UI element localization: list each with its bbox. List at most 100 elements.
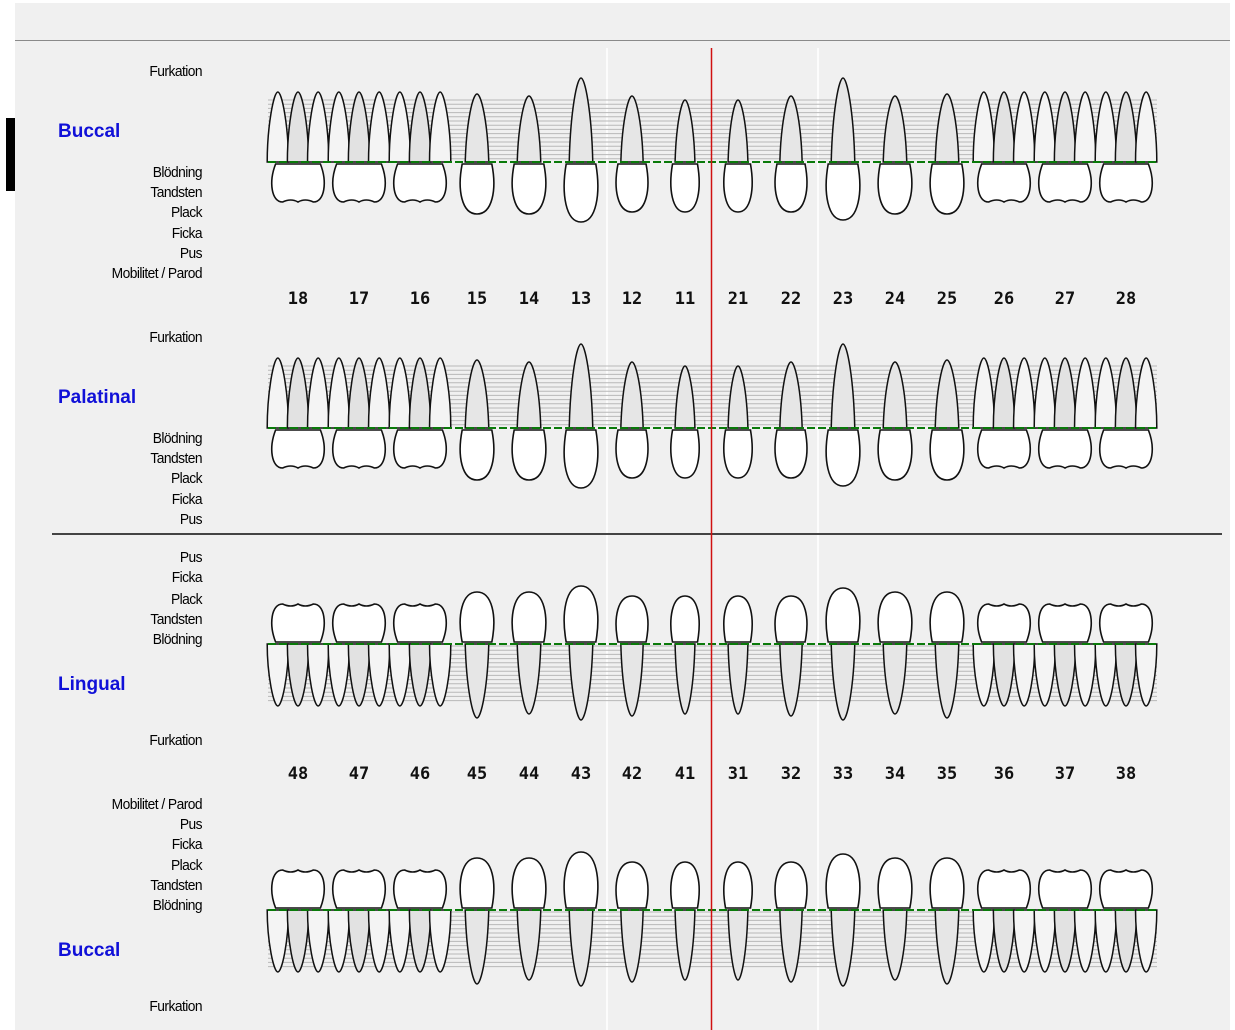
tooth-17-buccal[interactable] xyxy=(327,91,391,203)
tooth-38-lingual[interactable] xyxy=(1094,603,1158,707)
label-palatinal-furkation: Furkation xyxy=(149,329,202,346)
tooth-46-buccal[interactable] xyxy=(388,869,452,973)
tooth-24-palatinal[interactable] xyxy=(877,361,913,481)
upper-tooth-number-26[interactable]: 26 xyxy=(984,289,1024,309)
upper-tooth-number-14[interactable]: 14 xyxy=(509,289,549,309)
lower-tooth-number-41[interactable]: 41 xyxy=(665,764,705,784)
upper-tooth-number-24[interactable]: 24 xyxy=(875,289,915,309)
upper-tooth-number-27[interactable]: 27 xyxy=(1045,289,1085,309)
tooth-24-buccal[interactable] xyxy=(877,95,913,215)
lower-tooth-number-48[interactable]: 48 xyxy=(278,764,318,784)
label-lingual-furkation: Furkation xyxy=(149,732,202,749)
tooth-26-palatinal[interactable] xyxy=(972,357,1036,469)
tooth-45-buccal[interactable] xyxy=(459,857,495,985)
upper-tooth-number-28[interactable]: 28 xyxy=(1106,289,1146,309)
lower-tooth-number-37[interactable]: 37 xyxy=(1045,764,1085,784)
tooth-28-buccal[interactable] xyxy=(1094,91,1158,203)
label-lower-buccal-plack: Plack xyxy=(171,857,203,874)
lower-tooth-number-42[interactable]: 42 xyxy=(612,764,652,784)
section-palatinal[interactable]: Palatinal xyxy=(58,387,136,409)
tooth-32-buccal[interactable] xyxy=(774,861,808,983)
label-upper-buccal-furkation: Furkation xyxy=(149,63,202,80)
section-lower-buccal[interactable]: Buccal xyxy=(58,940,120,962)
tooth-28-palatinal[interactable] xyxy=(1094,357,1158,469)
upper-tooth-number-13[interactable]: 13 xyxy=(561,289,601,309)
tooth-47-lingual[interactable] xyxy=(327,603,391,707)
section-upper-buccal[interactable]: Buccal xyxy=(58,121,120,143)
tooth-12-buccal[interactable] xyxy=(615,95,649,213)
tooth-26-buccal[interactable] xyxy=(972,91,1036,203)
label-upper-buccal-mobilitet: Mobilitet / Parod xyxy=(111,265,203,282)
lower-tooth-number-45[interactable]: 45 xyxy=(457,764,497,784)
tooth-42-lingual[interactable] xyxy=(615,595,649,717)
upper-tooth-number-17[interactable]: 17 xyxy=(339,289,379,309)
tooth-17-palatinal[interactable] xyxy=(327,357,391,469)
upper-tooth-number-15[interactable]: 15 xyxy=(457,289,497,309)
tooth-48-lingual[interactable] xyxy=(266,603,330,707)
lower-tooth-number-46[interactable]: 46 xyxy=(400,764,440,784)
tooth-25-palatinal[interactable] xyxy=(929,359,965,481)
tooth-32-lingual[interactable] xyxy=(774,595,808,717)
label-lingual-pus: Pus xyxy=(179,549,203,566)
lower-tooth-number-36[interactable]: 36 xyxy=(984,764,1024,784)
tooth-18-buccal[interactable] xyxy=(266,91,330,203)
lower-tooth-number-31[interactable]: 31 xyxy=(718,764,758,784)
label-lower-buccal-tandsten: Tandsten xyxy=(150,877,202,894)
tooth-37-lingual[interactable] xyxy=(1033,603,1097,707)
tooth-14-palatinal[interactable] xyxy=(511,361,547,481)
tooth-42-buccal[interactable] xyxy=(615,861,649,983)
tooth-47-buccal[interactable] xyxy=(327,869,391,973)
tooth-48-buccal[interactable] xyxy=(266,869,330,973)
tooth-37-buccal[interactable] xyxy=(1033,869,1097,973)
label-upper-buccal-pus: Pus xyxy=(179,245,203,262)
tooth-34-lingual[interactable] xyxy=(877,591,913,715)
label-palatinal-ficka: Ficka xyxy=(171,491,203,508)
tooth-35-buccal[interactable] xyxy=(929,857,965,985)
upper-tooth-number-22[interactable]: 22 xyxy=(771,289,811,309)
tooth-23-palatinal[interactable] xyxy=(825,343,861,487)
tooth-15-buccal[interactable] xyxy=(459,93,495,215)
tooth-45-lingual[interactable] xyxy=(459,591,495,719)
tooth-44-lingual[interactable] xyxy=(511,591,547,715)
tooth-43-lingual[interactable] xyxy=(563,585,599,721)
tooth-15-palatinal[interactable] xyxy=(459,359,495,481)
tooth-44-buccal[interactable] xyxy=(511,857,547,981)
upper-tooth-number-11[interactable]: 11 xyxy=(665,289,705,309)
tooth-18-palatinal[interactable] xyxy=(266,357,330,469)
lower-tooth-number-38[interactable]: 38 xyxy=(1106,764,1146,784)
label-lingual-blodning: Blödning xyxy=(152,631,203,648)
lower-tooth-number-35[interactable]: 35 xyxy=(927,764,967,784)
tooth-27-palatinal[interactable] xyxy=(1033,357,1097,469)
lower-tooth-number-33[interactable]: 33 xyxy=(823,764,863,784)
tooth-16-buccal[interactable] xyxy=(388,91,452,203)
upper-tooth-number-18[interactable]: 18 xyxy=(278,289,318,309)
tooth-16-palatinal[interactable] xyxy=(388,357,452,469)
upper-tooth-number-21[interactable]: 21 xyxy=(718,289,758,309)
upper-tooth-number-23[interactable]: 23 xyxy=(823,289,863,309)
tooth-46-lingual[interactable] xyxy=(388,603,452,707)
lower-tooth-number-43[interactable]: 43 xyxy=(561,764,601,784)
label-lingual-ficka: Ficka xyxy=(171,569,203,586)
tooth-34-buccal[interactable] xyxy=(877,857,913,981)
lower-tooth-number-32[interactable]: 32 xyxy=(771,764,811,784)
tooth-22-palatinal[interactable] xyxy=(774,361,808,479)
section-lingual[interactable]: Lingual xyxy=(58,674,126,696)
upper-tooth-number-16[interactable]: 16 xyxy=(400,289,440,309)
lower-tooth-number-34[interactable]: 34 xyxy=(875,764,915,784)
tooth-12-palatinal[interactable] xyxy=(615,361,649,479)
tooth-38-buccal[interactable] xyxy=(1094,869,1158,973)
label-lingual-tandsten: Tandsten xyxy=(150,611,202,628)
upper-tooth-number-12[interactable]: 12 xyxy=(612,289,652,309)
tooth-43-buccal[interactable] xyxy=(563,851,599,987)
tooth-22-buccal[interactable] xyxy=(774,95,808,213)
tooth-23-buccal[interactable] xyxy=(825,77,861,221)
tooth-36-lingual[interactable] xyxy=(972,603,1036,707)
tooth-36-buccal[interactable] xyxy=(972,869,1036,973)
lower-tooth-number-47[interactable]: 47 xyxy=(339,764,379,784)
lower-tooth-number-44[interactable]: 44 xyxy=(509,764,549,784)
tooth-25-buccal[interactable] xyxy=(929,93,965,215)
tooth-14-buccal[interactable] xyxy=(511,95,547,215)
upper-tooth-number-25[interactable]: 25 xyxy=(927,289,967,309)
tooth-27-buccal[interactable] xyxy=(1033,91,1097,203)
tooth-35-lingual[interactable] xyxy=(929,591,965,719)
